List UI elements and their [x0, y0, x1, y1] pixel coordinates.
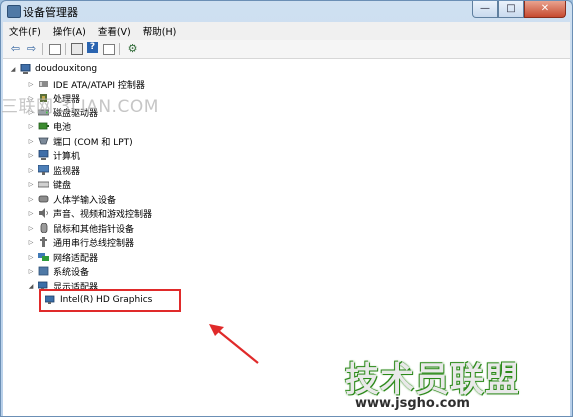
watermark-text: 三联网 3LIAN.COM	[1, 97, 159, 117]
forward-arrow-icon[interactable]: ⇨	[25, 42, 38, 55]
tree-item-sound[interactable]: ▷ 声音、视频和游戏控制器	[27, 206, 152, 220]
collapse-arrow-icon[interactable]: ◢	[27, 283, 35, 290]
tree-item-label: 系统设备	[53, 267, 90, 278]
tree-item-battery[interactable]: ▷ 电池	[27, 119, 71, 133]
tree-item-system[interactable]: ▷ 系统设备	[27, 264, 89, 278]
tree-item-usb[interactable]: ▷ 通用串行总线控制器	[27, 235, 134, 249]
tree-item-network[interactable]: ▷ 网络适配器	[27, 250, 98, 264]
tree-item-keyboard[interactable]: ▷ 键盘	[27, 177, 71, 191]
speaker-icon	[38, 208, 49, 218]
grid-view-icon[interactable]	[103, 44, 115, 55]
battery-icon	[38, 121, 49, 131]
tree-item-ide[interactable]: ▷ IDE ATA/ATAPI 控制器	[27, 77, 145, 91]
tree-item-computer[interactable]: ▷ 计算机	[27, 148, 80, 162]
tree-item-label: 网络适配器	[53, 253, 99, 264]
maximize-button[interactable]: □	[498, 1, 524, 18]
computer-icon	[20, 63, 31, 74]
minimize-button[interactable]: —	[472, 1, 498, 18]
highlight-box	[39, 289, 181, 312]
menu-bar: 文件(F) 操作(A) 查看(V) 帮助(H)	[3, 22, 570, 41]
expand-arrow-icon[interactable]: ▷	[27, 138, 35, 145]
pointer-arrow-icon	[209, 324, 259, 364]
tree-item-label: 计算机	[53, 151, 81, 162]
device-manager-icon	[7, 5, 21, 18]
expand-arrow-icon[interactable]: ▷	[27, 225, 35, 232]
menu-help[interactable]: 帮助(H)	[137, 24, 183, 38]
menu-action[interactable]: 操作(A)	[47, 24, 92, 38]
list-view-icon[interactable]	[49, 44, 61, 55]
tree-item-label: 监视器	[53, 166, 81, 177]
expand-arrow-icon[interactable]: ▷	[27, 152, 35, 159]
hid-icon	[38, 194, 49, 204]
menu-view[interactable]: 查看(V)	[92, 24, 137, 38]
mouse-icon	[38, 222, 49, 234]
expand-arrow-icon[interactable]: ▷	[27, 196, 35, 203]
tree-item-label: 通用串行总线控制器	[53, 238, 135, 249]
tree-item-label: 端口 (COM 和 LPT)	[53, 137, 133, 148]
title-bar[interactable]: 设备管理器 — □ ✕	[1, 1, 572, 21]
usb-icon	[38, 237, 49, 247]
tree-item-label: 人体学输入设备	[53, 195, 117, 206]
tree-item-label: 声音、视频和游戏控制器	[53, 209, 153, 220]
expand-arrow-icon[interactable]: ▷	[27, 210, 35, 217]
tree-item-mouse[interactable]: ▷ 鼠标和其他指针设备	[27, 221, 134, 235]
close-button[interactable]: ✕	[524, 1, 566, 18]
back-arrow-icon[interactable]: ⇦	[9, 42, 22, 55]
expand-arrow-icon[interactable]: ▷	[27, 181, 35, 188]
tree-item-label: 电池	[53, 122, 72, 133]
tree-item-hid[interactable]: ▷ 人体学输入设备	[27, 192, 116, 206]
expand-arrow-icon[interactable]: ▷	[27, 167, 35, 174]
expand-arrow-icon[interactable]: ▷	[27, 254, 35, 261]
scan-hardware-icon[interactable]: ⚙	[126, 42, 139, 55]
root-computer-name: doudouxitong	[35, 64, 98, 74]
expand-arrow-icon[interactable]: ▷	[27, 239, 35, 246]
tree-root[interactable]: ◢ doudouxitong	[9, 62, 97, 76]
window-title: 设备管理器	[23, 6, 78, 19]
device-manager-window: 设备管理器 — □ ✕ 文件(F) 操作(A) 查看(V) 帮助(H) ⇦ ⇨ …	[0, 0, 573, 417]
help-icon[interactable]: ?	[87, 42, 98, 53]
menu-file[interactable]: 文件(F)	[3, 24, 47, 38]
keyboard-icon	[37, 179, 50, 189]
ide-controller-icon	[38, 79, 49, 89]
tree-item-ports[interactable]: ▷ 端口 (COM 和 LPT)	[27, 134, 133, 148]
monitor-icon	[37, 164, 50, 175]
brand-logo: 技术员联盟	[345, 360, 520, 400]
brand-url: www.jsgho.com	[355, 396, 470, 411]
tree-item-label: IDE ATA/ATAPI 控制器	[53, 80, 145, 91]
tree-item-label: 键盘	[53, 180, 72, 191]
system-device-icon	[38, 266, 49, 276]
window-controls: — □ ✕	[472, 1, 566, 19]
tree-item-monitor[interactable]: ▷ 监视器	[27, 163, 80, 177]
expand-arrow-icon[interactable]: ▷	[27, 268, 35, 275]
toolbar: ⇦ ⇨ ? ⚙	[3, 40, 570, 59]
properties-icon[interactable]	[71, 43, 83, 55]
network-adapter-icon	[38, 252, 49, 262]
port-icon	[38, 136, 49, 146]
computer-icon	[38, 149, 49, 160]
expand-arrow-icon[interactable]: ▷	[27, 81, 35, 88]
tree-item-label: 鼠标和其他指针设备	[53, 224, 135, 235]
collapse-arrow-icon[interactable]: ◢	[9, 66, 17, 73]
expand-arrow-icon[interactable]: ▷	[27, 123, 35, 130]
